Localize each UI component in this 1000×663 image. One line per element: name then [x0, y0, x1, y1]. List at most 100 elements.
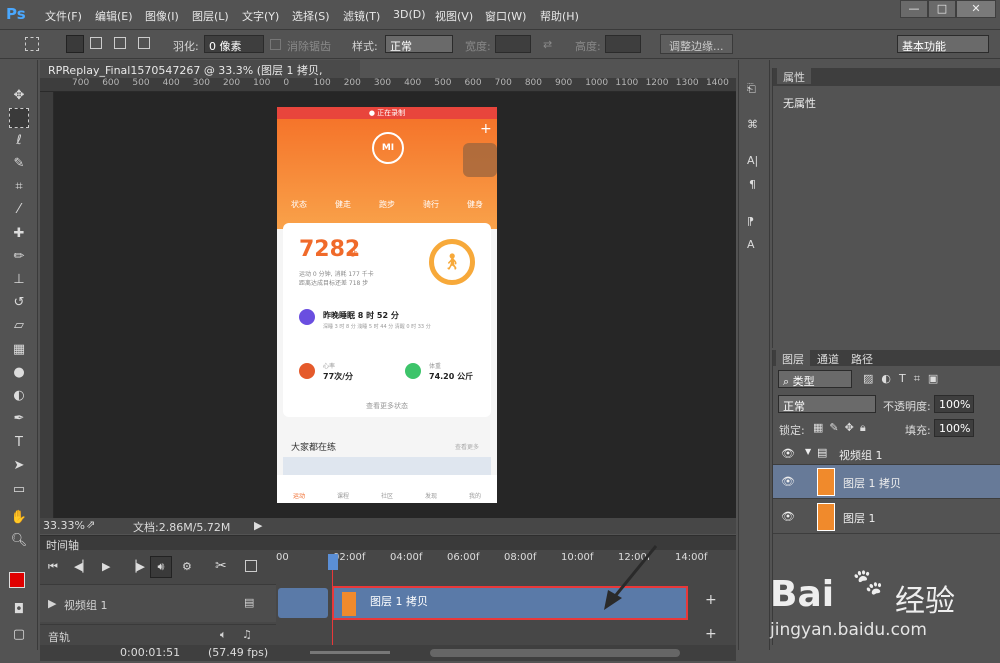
blend-mode-select[interactable]: 正常: [778, 395, 876, 413]
gradient-icon[interactable]: ▦: [9, 340, 29, 360]
layer-group-row[interactable]: 👁︎ ▼ ▤ 视频组 1: [773, 443, 1000, 465]
eraser-icon[interactable]: ▱: [9, 316, 29, 336]
width-input[interactable]: [495, 35, 531, 53]
layer-row-copy[interactable]: 👁︎ 图层 1 拷贝: [773, 465, 1000, 499]
swap-icon[interactable]: ⇄: [543, 38, 552, 51]
maximize-button[interactable]: □: [928, 0, 956, 18]
type-tool-icon[interactable]: T: [9, 433, 29, 453]
visibility-eye-icon[interactable]: 👁︎: [781, 475, 795, 488]
menu-view[interactable]: 视图(V): [435, 8, 473, 24]
tab-channels[interactable]: 通道: [811, 350, 845, 366]
timeline-scrollbar[interactable]: [430, 649, 680, 657]
close-button[interactable]: ✕: [956, 0, 996, 18]
add-audio-icon[interactable]: +: [705, 626, 717, 642]
menu-filter[interactable]: 滤镜(T): [343, 8, 380, 24]
style-select[interactable]: 正常: [385, 35, 453, 53]
menu-help[interactable]: 帮助(H): [540, 8, 579, 24]
rectangle-tool-icon[interactable]: ▭: [9, 480, 29, 500]
layer-row-original[interactable]: 👁︎ 图层 1: [773, 500, 1000, 534]
menu-image[interactable]: 图像(I): [145, 8, 179, 24]
pen-tool-icon[interactable]: ✒: [9, 409, 29, 429]
audio-volume-icon[interactable]: 🔈︎: [220, 628, 227, 642]
brush-tool-icon[interactable]: ✏: [9, 247, 29, 267]
healing-brush-icon[interactable]: ✚: [9, 224, 29, 244]
clip-segment-1[interactable]: [278, 588, 328, 618]
add-media-icon[interactable]: +: [705, 592, 717, 608]
screen-mode-icon[interactable]: ▢: [9, 625, 29, 645]
ruler-tick: 300: [192, 78, 210, 88]
play-icon[interactable]: ▶: [102, 560, 110, 573]
menu-file[interactable]: 文件(F): [45, 8, 82, 24]
transition-icon[interactable]: [245, 560, 257, 572]
layer-filter-select[interactable]: ⌕ 类型: [778, 370, 852, 388]
menu-edit[interactable]: 编辑(E): [95, 8, 133, 24]
character-panel-icon[interactable]: A|: [747, 154, 758, 167]
quick-mask-icon[interactable]: ◘: [9, 600, 29, 620]
opacity-input[interactable]: 100%: [934, 395, 974, 413]
audio-toggle-icon[interactable]: 🔊︎: [150, 556, 172, 578]
document-tab[interactable]: RPReplay_Final1570547267 @ 33.3% (图层 1 拷…: [40, 60, 360, 91]
menu-3d[interactable]: 3D(D): [393, 8, 426, 21]
layer-filter-icons[interactable]: ▨◐T⌗▣: [863, 372, 946, 386]
menu-layer[interactable]: 图层(L): [192, 8, 229, 24]
lock-icons[interactable]: ▦✎✥🔒︎: [813, 421, 872, 435]
prev-frame-icon[interactable]: ◀▏: [74, 560, 91, 573]
menu-select[interactable]: 选择(S): [292, 8, 330, 24]
visibility-eye-icon[interactable]: 👁︎: [781, 510, 795, 523]
video-group-track[interactable]: ▶ 视频组 1 ▤: [40, 584, 276, 622]
lasso-tool-icon[interactable]: ℓ: [9, 131, 29, 151]
fill-input[interactable]: 100%: [934, 419, 974, 437]
marquee-tool-icon[interactable]: [9, 108, 29, 128]
character-style-icon[interactable]: A: [747, 238, 755, 251]
height-input[interactable]: [605, 35, 641, 53]
status-menu-arrow-icon[interactable]: ▶: [254, 519, 262, 532]
zoom-slider[interactable]: [310, 651, 390, 654]
minimize-button[interactable]: —: [900, 0, 928, 18]
share-icon[interactable]: ⇗: [86, 518, 95, 531]
options-bar: 羽化: 0 像素 消除锯齿 样式: 正常 宽度: ⇄ 高度: 调整边缘... 基…: [0, 31, 1000, 59]
expand-arrow-icon[interactable]: ▶: [48, 597, 56, 610]
quick-select-icon[interactable]: ✎: [9, 154, 29, 174]
zoom-tool-icon[interactable]: 🔍︎: [9, 531, 29, 551]
eyedropper-icon[interactable]: ⁄: [9, 200, 29, 220]
menu-type[interactable]: 文字(Y): [242, 8, 279, 24]
playhead[interactable]: [328, 554, 338, 570]
music-note-icon[interactable]: ♫: [242, 628, 252, 641]
settings-gear-icon[interactable]: ⚙: [182, 560, 192, 573]
group-expand-icon[interactable]: ▼: [805, 447, 811, 456]
zoom-level[interactable]: 33.33%: [43, 519, 85, 532]
dodge-tool-icon[interactable]: ◐: [9, 386, 29, 406]
refine-edge-button[interactable]: 调整边缘...: [660, 34, 733, 54]
feather-input[interactable]: 0 像素: [204, 35, 264, 53]
workspace-select[interactable]: 基本功能: [897, 35, 989, 53]
audio-track[interactable]: 音轨 🔈︎ ♫: [40, 624, 276, 644]
history-panel-icon[interactable]: ⎗: [747, 82, 756, 96]
move-tool-icon[interactable]: ✥: [9, 86, 29, 106]
clone-stamp-icon[interactable]: ⊥: [9, 270, 29, 290]
foreground-color-swatch[interactable]: [9, 572, 25, 588]
hand-tool-icon[interactable]: ✋: [9, 508, 29, 528]
next-frame-icon[interactable]: ▕▶: [128, 560, 145, 573]
intersect-selection-icon[interactable]: [138, 37, 150, 49]
first-frame-icon[interactable]: ⏮: [48, 560, 58, 574]
blur-tool-icon[interactable]: ●: [9, 363, 29, 383]
path-select-icon[interactable]: ➤: [9, 456, 29, 476]
paragraph-panel-icon[interactable]: ¶: [749, 178, 756, 191]
visibility-eye-icon[interactable]: 👁︎: [781, 447, 795, 460]
subtract-selection-icon[interactable]: [114, 37, 126, 49]
tab-layers[interactable]: 图层: [776, 350, 810, 366]
add-selection-icon[interactable]: [90, 37, 102, 49]
time-tick: 08:00f: [504, 552, 537, 563]
paragraph-style-icon[interactable]: ⁋: [747, 215, 754, 228]
marquee-tool-icon[interactable]: [25, 37, 39, 51]
brush-preset-icon[interactable]: ⌘: [747, 118, 758, 131]
antialias-checkbox[interactable]: [270, 39, 281, 50]
menu-window[interactable]: 窗口(W): [485, 8, 526, 24]
tab-paths[interactable]: 路径: [845, 350, 879, 366]
history-brush-icon[interactable]: ↺: [9, 293, 29, 313]
new-selection-icon[interactable]: [66, 35, 84, 53]
properties-tab[interactable]: 属性: [777, 68, 811, 84]
film-icon[interactable]: ▤: [244, 596, 254, 609]
scissors-icon[interactable]: ✂: [215, 558, 227, 574]
crop-tool-icon[interactable]: ⌗: [9, 177, 29, 197]
